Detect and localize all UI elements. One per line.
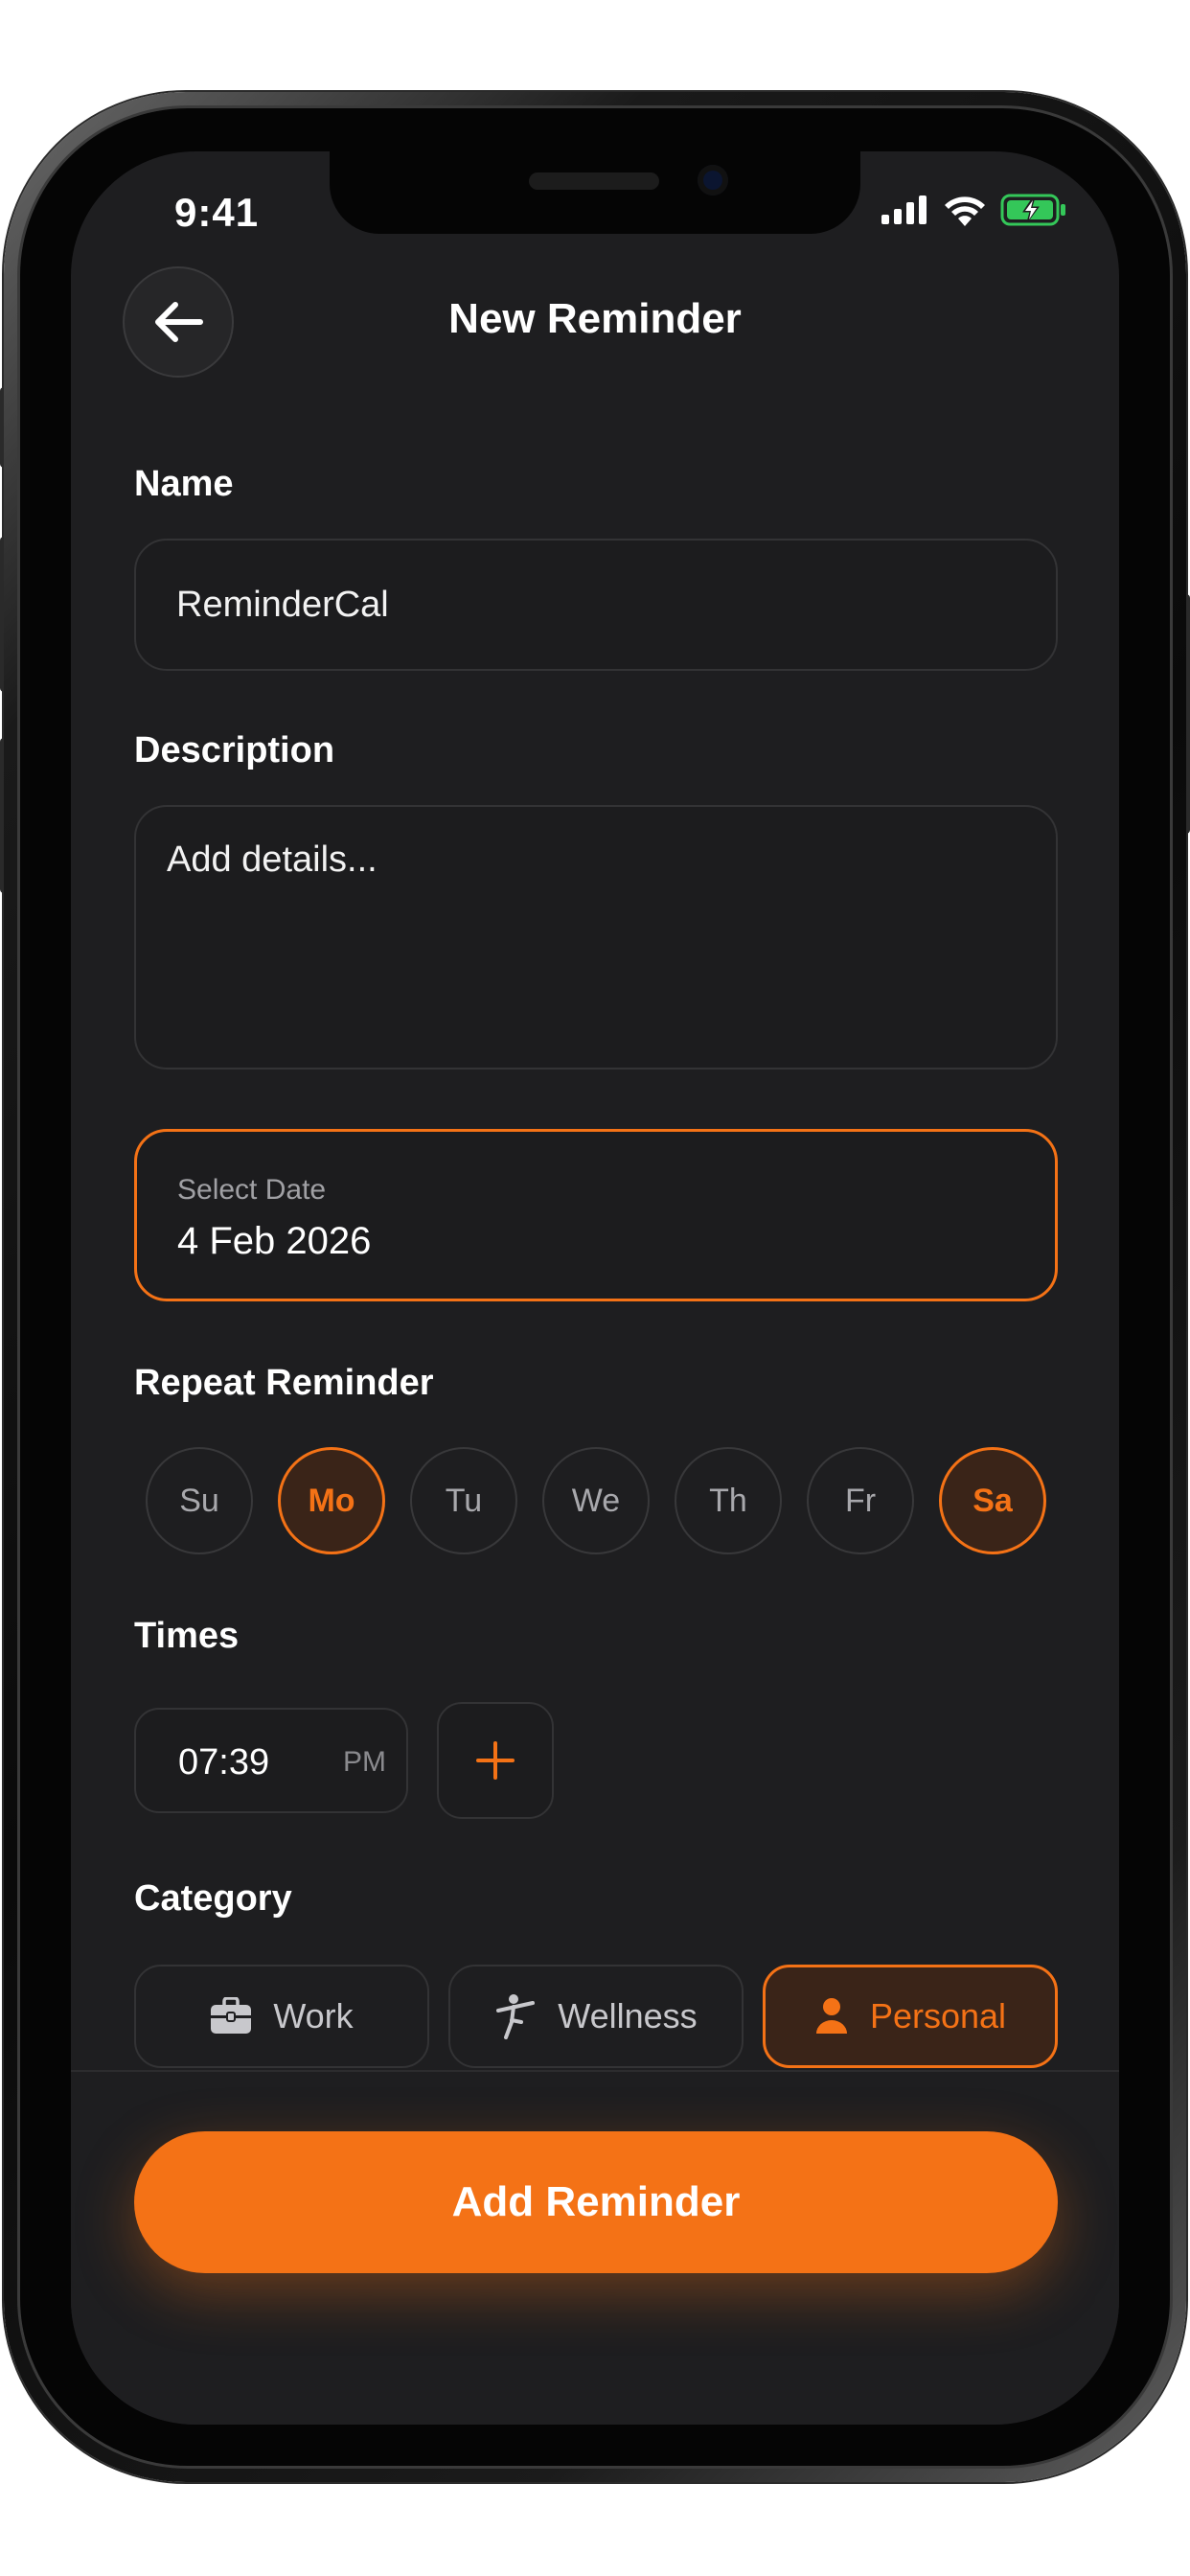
- day-monday[interactable]: Mo: [278, 1447, 385, 1554]
- date-label: Select Date: [177, 1174, 327, 1206]
- date-value: 4 Feb 2026: [177, 1220, 372, 1262]
- signal-icon: [881, 196, 927, 224]
- date-picker-field[interactable]: Select Date 4 Feb 2026: [134, 1129, 1058, 1301]
- category-personal-label: Personal: [869, 1996, 1007, 2036]
- category-work-label: Work: [273, 1996, 354, 2036]
- day-sunday[interactable]: Su: [146, 1447, 253, 1554]
- name-field[interactable]: ReminderCal: [134, 539, 1058, 671]
- category-personal[interactable]: Personal: [763, 1965, 1058, 2068]
- day-thursday[interactable]: Th: [675, 1447, 782, 1554]
- notch: [330, 151, 860, 234]
- add-time-button[interactable]: [437, 1702, 554, 1819]
- add-reminder-button[interactable]: Add Reminder: [134, 2131, 1058, 2273]
- wifi-icon: [945, 196, 985, 226]
- page-title: New Reminder: [448, 295, 742, 342]
- status-icons: [881, 194, 1067, 226]
- briefcase-icon: [211, 1997, 252, 2034]
- description-label: Description: [134, 730, 335, 770]
- front-camera: [698, 165, 728, 196]
- app-screen: 9:41 New Reminder Name ReminderCal Descr…: [71, 151, 1119, 2425]
- speaker-grille: [529, 172, 659, 190]
- day-saturday[interactable]: Sa: [939, 1447, 1046, 1554]
- person-icon: [815, 1998, 847, 2034]
- category-label: Category: [134, 1878, 292, 1919]
- day-tuesday[interactable]: Tu: [410, 1447, 517, 1554]
- description-field[interactable]: Add details...: [134, 805, 1058, 1070]
- time-value: 07:39: [178, 1742, 270, 1782]
- day-friday[interactable]: Fr: [807, 1447, 914, 1554]
- time-period: PM: [343, 1746, 386, 1778]
- repeat-label: Repeat Reminder: [134, 1363, 434, 1403]
- day-wednesday[interactable]: We: [542, 1447, 650, 1554]
- plus-icon: [476, 1741, 515, 1780]
- repeat-days: Su Mo Tu We Th Fr Sa: [146, 1447, 1046, 1554]
- category-wellness-label: Wellness: [558, 1996, 698, 2036]
- time-entry[interactable]: 07:39 PM: [134, 1708, 408, 1813]
- times-label: Times: [134, 1616, 240, 1656]
- description-placeholder: Add details...: [167, 840, 378, 880]
- name-label: Name: [134, 464, 234, 504]
- status-time: 9:41: [174, 190, 260, 235]
- category-wellness[interactable]: Wellness: [448, 1965, 744, 2068]
- yoga-icon: [496, 1994, 536, 2039]
- name-value: ReminderCal: [176, 585, 389, 625]
- category-work[interactable]: Work: [134, 1965, 429, 2068]
- battery-charging-icon: [1000, 194, 1065, 226]
